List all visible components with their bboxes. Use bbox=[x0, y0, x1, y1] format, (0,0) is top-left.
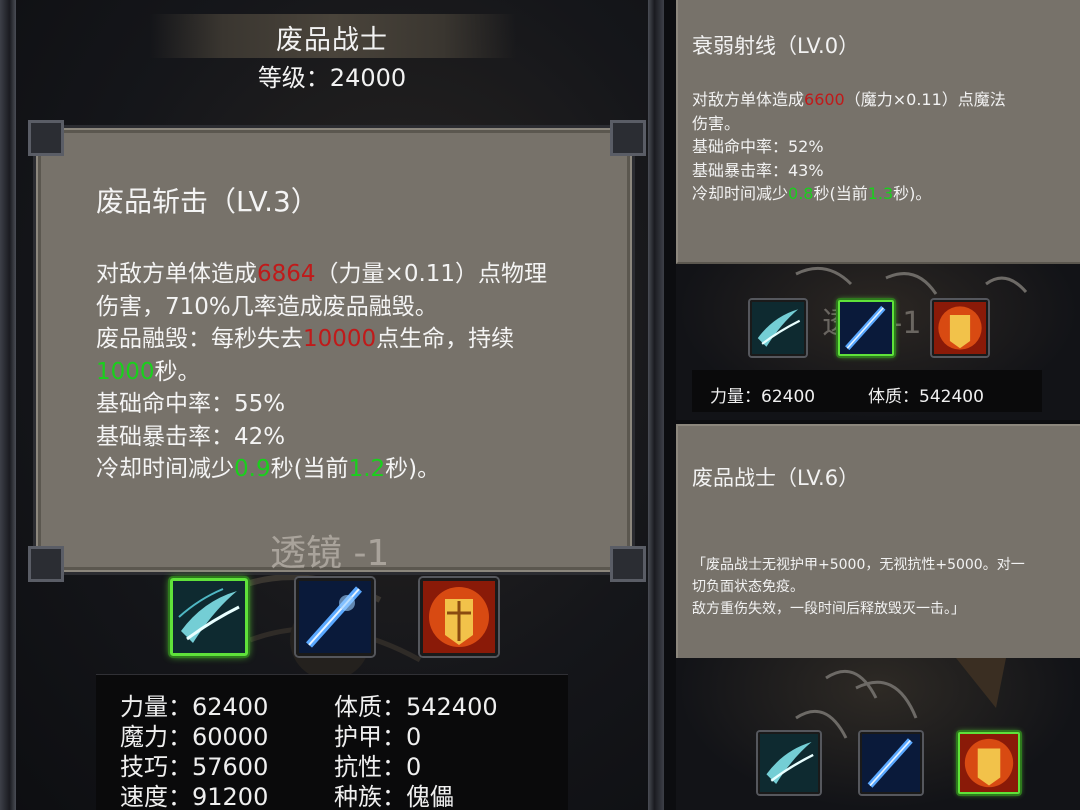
hero-detail-panel: 废品战士 等级：24000 废品斩击（LV.3） 对敌方单体造成6864（力量×… bbox=[0, 0, 664, 810]
slash-skill-icon[interactable] bbox=[170, 578, 248, 656]
corner-ornament bbox=[610, 120, 646, 156]
damage-value: 6864 bbox=[257, 261, 316, 287]
description-line: 冷却时间减少0.9秒(当前1.2秒)。 bbox=[96, 453, 616, 486]
damage-value: 10000 bbox=[303, 326, 377, 352]
lens-watermark: 透镜 -1 bbox=[270, 533, 390, 574]
stat-line: 技巧：57600 bbox=[120, 753, 269, 781]
stat-strength: 力量：62400 bbox=[710, 387, 816, 407]
description-text: 伤害，710%几率造成废品融毁。 bbox=[96, 293, 438, 320]
description-line: 对敌方单体造成6864（力量×0.11）点物理 bbox=[96, 258, 616, 291]
description-text: 对敌方单体造成 bbox=[692, 90, 805, 109]
description-line: 伤害。 bbox=[692, 112, 1072, 136]
stat-line: 力量：62400 bbox=[120, 693, 269, 721]
description-text: 基础命中率：52% bbox=[692, 137, 824, 156]
corner-ornament bbox=[610, 546, 646, 582]
stats-left-column: 力量：62400 魔力：60000 技巧：57600 速度：91200 bbox=[120, 692, 268, 810]
golden-armor-skill-icon[interactable] bbox=[420, 578, 498, 656]
description-line: 冷却时间减少0.8秒(当前1.3秒)。 bbox=[692, 182, 1072, 206]
blue-ray-skill-icon[interactable] bbox=[296, 578, 374, 656]
description-text: 基础暴击率：42% bbox=[96, 423, 286, 450]
hero-preview-panel-bottom bbox=[676, 658, 1080, 810]
description-line: 基础暴击率：43% bbox=[692, 159, 1072, 183]
description-line: 废品融毁：每秒失去10000点生命，持续 bbox=[96, 323, 616, 356]
description-line: 基础命中率：55% bbox=[96, 388, 616, 421]
hero-level: 等级：24000 bbox=[257, 64, 407, 92]
description-text: 冷却时间减少 bbox=[692, 184, 789, 203]
bonus-value: 1.2 bbox=[348, 456, 386, 482]
description-line: 切负面状态免疫。 bbox=[692, 579, 804, 595]
stats-panel-small: 力量：62400 体质：542400 bbox=[692, 370, 1042, 412]
skill-tooltip-weaken-ray: 衰弱射线（LV.0） 对敌方单体造成6600（魔力×0.11）点魔法 伤害。 基础命… bbox=[676, 0, 1080, 264]
description-line: 基础命中率：52% bbox=[692, 135, 1072, 159]
left-frame bbox=[0, 0, 16, 810]
right-frame bbox=[648, 0, 664, 810]
description-text: 秒)。 bbox=[385, 456, 441, 482]
bonus-value: 0.8 bbox=[788, 184, 814, 203]
description-text: 秒(当前 bbox=[813, 184, 868, 203]
description-line: 「废品战士无视护甲+5000，无视抗性+5000。对一 bbox=[692, 557, 1025, 573]
stat-line: 体质：542400 bbox=[334, 693, 498, 721]
blue-ray-skill-icon[interactable] bbox=[838, 300, 894, 356]
description-line: 对敌方单体造成6600（魔力×0.11）点魔法 bbox=[692, 88, 1072, 112]
description-text: 基础命中率：55% bbox=[96, 391, 286, 417]
description-text: 秒(当前 bbox=[270, 456, 349, 482]
hero-name: 废品战士 bbox=[276, 25, 388, 56]
bonus-value: 0.9 bbox=[234, 456, 271, 482]
description-text: 伤害。 bbox=[692, 113, 741, 133]
skill-description: 「废品战士无视护甲+5000，无视抗性+5000。对一 切负面状态免疫。敌方重伤失… bbox=[692, 554, 1076, 620]
golden-armor-skill-icon[interactable] bbox=[932, 300, 988, 356]
damage-value: 6600 bbox=[804, 90, 845, 109]
skill-title: 废品斩击（LV.3） bbox=[96, 185, 319, 218]
description-line: 基础暴击率：42% bbox=[96, 421, 616, 454]
description-text: 基础暴击率：43% bbox=[692, 160, 824, 180]
skill-description: 对敌方单体造成6600（魔力×0.11）点魔法 伤害。 基础命中率：52% 基础暴击率… bbox=[692, 88, 1072, 206]
slash-skill-icon[interactable] bbox=[758, 732, 820, 794]
skill-title: 衰弱射线（LV.0） bbox=[692, 34, 860, 58]
description-line: 敌方重伤失效，一段时间后释放毁灭一击。」 bbox=[692, 601, 965, 617]
description-text: 对敌方单体造成 bbox=[96, 261, 257, 287]
bonus-value: 1000 bbox=[96, 358, 155, 385]
stat-line: 抗性：0 bbox=[334, 753, 422, 781]
slash-skill-icon[interactable] bbox=[750, 300, 806, 356]
stat-line: 速度：91200 bbox=[120, 783, 269, 810]
stat-line: 魔力：60000 bbox=[120, 723, 269, 751]
golden-armor-skill-icon[interactable] bbox=[958, 732, 1020, 794]
skill-title: 废品战士（LV.6） bbox=[692, 466, 860, 490]
skill-tooltip-junk-warrior: 废品战士（LV.6） 「废品战士无视护甲+5000，无视抗性+5000。对一 切负… bbox=[676, 424, 1080, 658]
corner-ornament bbox=[28, 546, 64, 582]
corner-ornament bbox=[28, 120, 64, 156]
description-line: 伤害，710%几率造成废品融毁。 bbox=[96, 291, 616, 324]
description-text: （力量×0.11）点物理 bbox=[315, 261, 548, 287]
stat-line: 种族：傀儡 bbox=[334, 783, 454, 810]
skill-description: 对敌方单体造成6864（力量×0.11）点物理 伤害，710%几率造成废品融毁。废… bbox=[96, 258, 616, 486]
description-text: 秒)。 bbox=[893, 184, 932, 203]
stat-constitution: 体质：542400 bbox=[868, 387, 984, 407]
blue-ray-skill-icon[interactable] bbox=[860, 732, 922, 794]
description-text: 点生命，持续 bbox=[376, 326, 515, 352]
stats-right-column: 体质：542400 护甲：0 抗性：0 种族：傀儡 bbox=[334, 692, 498, 810]
description-text: 冷却时间减少 bbox=[96, 456, 234, 482]
stat-line: 护甲：0 bbox=[334, 723, 422, 751]
description-line: 1000秒。 bbox=[96, 356, 616, 389]
bonus-value: 1.3 bbox=[867, 184, 894, 203]
description-text: （魔力×0.11）点魔法 bbox=[844, 90, 1006, 109]
description-text: 废品融毁：每秒失去 bbox=[96, 326, 303, 352]
description-text: 秒。 bbox=[154, 358, 201, 385]
